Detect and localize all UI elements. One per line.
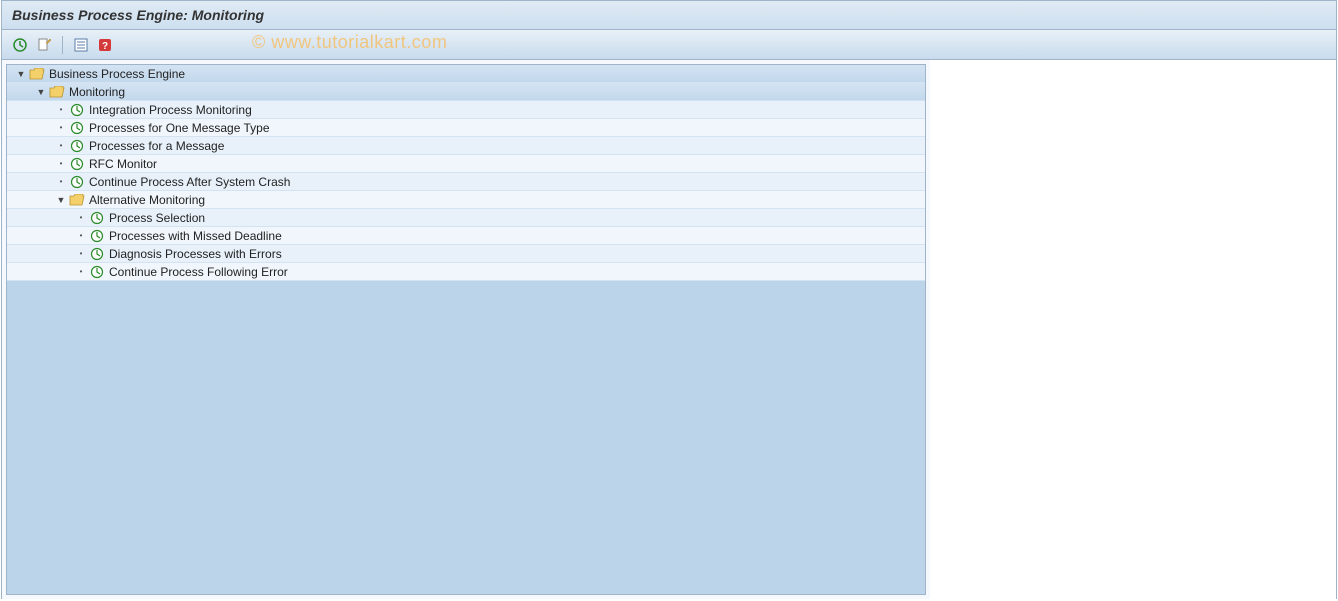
tree-label: Processes for a Message xyxy=(89,139,224,153)
bullet-icon: • xyxy=(75,249,87,258)
tree-node-continue-following-error[interactable]: • Continue Process Following Error xyxy=(7,263,925,281)
tree-node-diagnosis-errors[interactable]: • Diagnosis Processes with Errors xyxy=(7,245,925,263)
bullet-icon: • xyxy=(55,123,67,132)
execute-node-icon xyxy=(69,157,85,171)
tree-label: Alternative Monitoring xyxy=(89,193,205,207)
watermark-text: © www.tutorialkart.com xyxy=(252,32,447,53)
execute-node-icon xyxy=(69,139,85,153)
tree-node-missed-deadline[interactable]: • Processes with Missed Deadline xyxy=(7,227,925,245)
bullet-icon: • xyxy=(55,105,67,114)
tree-panel: ▼ Business Process Engine ▼ Monitoring xyxy=(6,64,926,595)
tree-label: Continue Process After System Crash xyxy=(89,175,290,189)
tree-label: Integration Process Monitoring xyxy=(89,103,252,117)
tree-label: Diagnosis Processes with Errors xyxy=(109,247,282,261)
bullet-icon: • xyxy=(75,231,87,240)
bullet-icon: • xyxy=(55,141,67,150)
execute-node-icon xyxy=(89,265,105,279)
tree-node-monitoring[interactable]: ▼ Monitoring xyxy=(7,83,925,101)
tree-node-integration-process-monitoring[interactable]: • Integration Process Monitoring xyxy=(7,101,925,119)
toolbar: ? © www.tutorialkart.com xyxy=(2,30,1336,60)
tree-node-alternative-monitoring[interactable]: ▼ Alternative Monitoring xyxy=(7,191,925,209)
bullet-icon: • xyxy=(75,213,87,222)
expander-icon[interactable]: ▼ xyxy=(15,68,27,80)
expander-icon[interactable]: ▼ xyxy=(55,194,67,206)
edit-button[interactable] xyxy=(34,35,54,55)
folder-open-icon xyxy=(69,193,85,207)
right-empty-panel xyxy=(930,60,1336,599)
execute-node-icon xyxy=(89,229,105,243)
tree-label: Processes for One Message Type xyxy=(89,121,270,135)
bullet-icon: • xyxy=(75,267,87,276)
list-icon xyxy=(73,37,89,53)
tree-empty-area xyxy=(7,281,925,595)
tree-label: Monitoring xyxy=(69,85,125,99)
svg-text:?: ? xyxy=(102,41,108,52)
tree-node-continue-after-crash[interactable]: • Continue Process After System Crash xyxy=(7,173,925,191)
execute-node-icon xyxy=(69,103,85,117)
list-button[interactable] xyxy=(71,35,91,55)
content-area: ▼ Business Process Engine ▼ Monitoring xyxy=(2,60,1336,599)
document-pencil-icon xyxy=(36,37,52,53)
tree-node-root[interactable]: ▼ Business Process Engine xyxy=(7,65,925,83)
tree-label: Process Selection xyxy=(109,211,205,225)
title-bar: Business Process Engine: Monitoring xyxy=(2,1,1336,30)
bullet-icon: • xyxy=(55,159,67,168)
execute-node-icon xyxy=(69,175,85,189)
tree-label: Continue Process Following Error xyxy=(109,265,288,279)
folder-open-icon xyxy=(29,67,45,81)
execute-node-icon xyxy=(69,121,85,135)
tree-node-processes-for-message[interactable]: • Processes for a Message xyxy=(7,137,925,155)
execute-node-icon xyxy=(89,247,105,261)
tree-label: RFC Monitor xyxy=(89,157,157,171)
tree-list: ▼ Business Process Engine ▼ Monitoring xyxy=(7,65,925,281)
help-icon: ? xyxy=(97,37,113,53)
tree-label: Processes with Missed Deadline xyxy=(109,229,282,243)
tree-label: Business Process Engine xyxy=(49,67,185,81)
toolbar-separator xyxy=(62,36,63,54)
tree-node-processes-one-message-type[interactable]: • Processes for One Message Type xyxy=(7,119,925,137)
help-button[interactable]: ? xyxy=(95,35,115,55)
folder-open-icon xyxy=(49,85,65,99)
bullet-icon: • xyxy=(55,177,67,186)
clock-execute-icon xyxy=(12,37,28,53)
execute-node-icon xyxy=(89,211,105,225)
window-title: Business Process Engine: Monitoring xyxy=(12,7,264,23)
app-window: Business Process Engine: Monitoring xyxy=(1,0,1337,599)
expander-icon[interactable]: ▼ xyxy=(35,86,47,98)
execute-button[interactable] xyxy=(10,35,30,55)
tree-node-rfc-monitor[interactable]: • RFC Monitor xyxy=(7,155,925,173)
tree-node-process-selection[interactable]: • Process Selection xyxy=(7,209,925,227)
